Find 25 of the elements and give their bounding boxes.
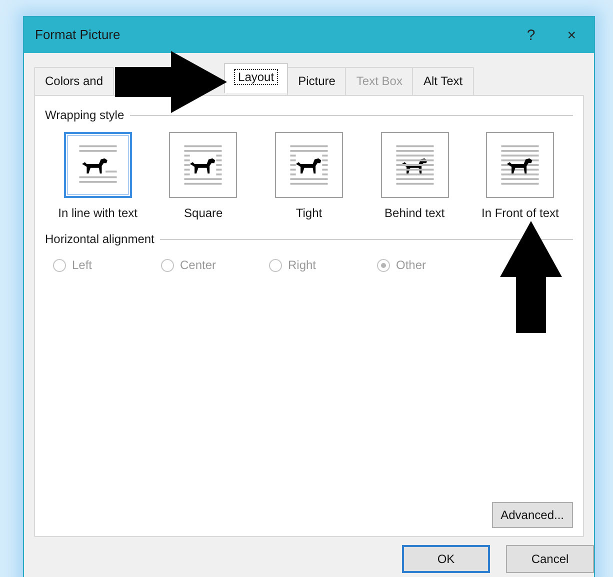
window-title: Format Picture [35, 26, 120, 44]
tab[interactable]: Colors and [34, 67, 114, 95]
wrap-style-button[interactable] [486, 132, 554, 198]
wrap-style-button[interactable] [274, 132, 343, 198]
radio-label: Center [180, 257, 216, 274]
option-label: Square [184, 205, 223, 222]
tab[interactable]: Layout [224, 63, 288, 93]
group-heading: Horizontal alignment [45, 231, 154, 248]
tab[interactable]: Alt Text [412, 67, 474, 95]
dialog-button[interactable]: OK [402, 545, 490, 573]
radio-label: Right [288, 257, 316, 274]
close-button[interactable]: × [559, 28, 584, 42]
option-label: In Front of text [481, 205, 559, 222]
dialog-button[interactable]: Cancel [506, 545, 594, 573]
help-button[interactable]: ? [518, 28, 544, 42]
group-heading: Wrapping style [45, 107, 124, 124]
wrap-style-button[interactable] [64, 132, 132, 198]
wrap-style-button[interactable] [169, 132, 238, 198]
advanced-button[interactable]: Advanced... [492, 502, 573, 528]
tab[interactable]: Picture [287, 67, 346, 95]
radio-label: Other [396, 257, 426, 274]
radio-label: Left [72, 257, 92, 274]
option-label: In line with text [58, 205, 138, 222]
option-label: Behind text [384, 205, 445, 222]
option-label: Tight [296, 205, 322, 222]
